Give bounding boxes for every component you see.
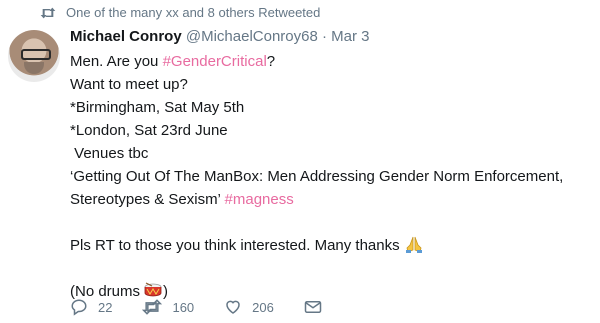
tweet-text-segment: Pls RT to those you think interested. Ma… (70, 237, 400, 254)
avatar-glasses (21, 49, 51, 60)
like-button[interactable]: 206 (224, 298, 274, 316)
tweet-line: *Birmingham, Sat May 5th (70, 99, 245, 116)
tweet-actions: 22 160 206 (70, 298, 362, 316)
tweet-line: ‘Getting Out Of The ManBox: Men Addressi… (70, 168, 564, 185)
hashtag-magness[interactable]: #magness (225, 191, 294, 208)
retweet-icon (40, 7, 56, 18)
avatar[interactable] (8, 30, 60, 82)
tweet-line: *London, Sat 23rd June (70, 122, 228, 139)
tweet-line: Want to meet up? (70, 76, 188, 93)
retweet-header-text[interactable]: One of the many xx and 8 others Retweete… (66, 5, 320, 20)
tweet-line: Pls RT to those you think interested. Ma… (70, 234, 590, 257)
folded-hands-emoji-icon (405, 236, 422, 253)
like-count: 206 (252, 299, 274, 315)
direct-message-button[interactable] (304, 299, 332, 315)
retweet-icon (142, 299, 163, 315)
reply-button[interactable]: 22 (70, 298, 112, 316)
tweet-line: Stereotypes & Sexism’ #magness (70, 188, 590, 211)
tweet-text: Men. Are you #GenderCritical? Want to me… (70, 50, 590, 303)
heart-icon (226, 300, 240, 314)
reply-icon (71, 299, 87, 316)
tweet-content: Michael Conroy @MichaelConroy68 · Mar 3 … (70, 26, 590, 303)
drum-emoji-icon (144, 282, 162, 297)
avatar-beard (24, 62, 44, 74)
hashtag-gendercritical[interactable]: #GenderCritical (163, 53, 267, 70)
retweet-header: One of the many xx and 8 others Retweete… (40, 5, 320, 20)
user-name[interactable]: Michael Conroy (70, 28, 182, 45)
retweet-count: 160 (172, 299, 195, 315)
user-line: Michael Conroy @MichaelConroy68 · Mar 3 (70, 26, 590, 48)
reply-count: 22 (98, 299, 113, 315)
tweet-date[interactable]: Mar 3 (331, 28, 369, 45)
tweet-text-segment: ? (266, 53, 276, 70)
user-handle[interactable]: @MichaelConroy68 (186, 28, 318, 45)
tweet-line: Men. Are you #GenderCritical? (70, 50, 590, 73)
tweet-line: Venues tbc (70, 145, 149, 162)
tweet-text-segment: Men. Are you (70, 53, 163, 70)
separator-dot: · (321, 28, 327, 45)
tweet-text-segment: Stereotypes & Sexism’ (70, 191, 225, 208)
retweet-button[interactable]: 160 (142, 298, 194, 316)
envelope-icon (304, 301, 322, 313)
